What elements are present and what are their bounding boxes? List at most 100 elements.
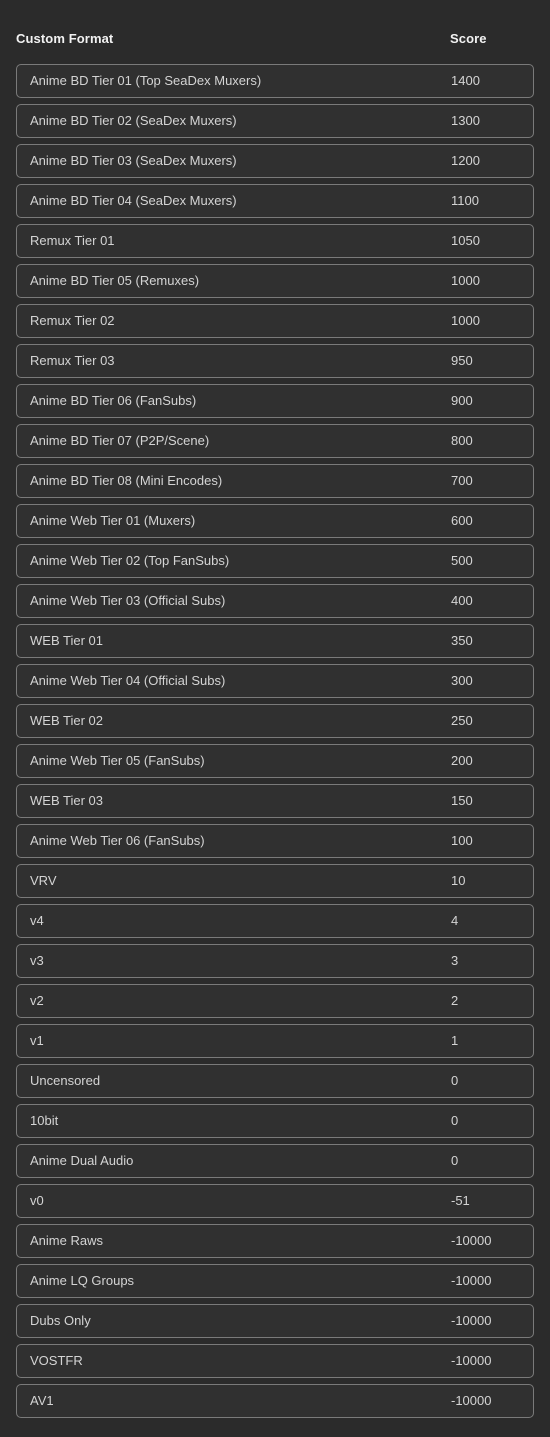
cell-score: -10000 [451,1393,492,1408]
custom-format-score-table: Custom Format Score Anime BD Tier 01 (To… [16,28,534,1424]
cell-score: 950 [451,353,473,368]
table-row[interactable]: 10bit 0 [16,1104,534,1138]
cell-custom-format: Anime Web Tier 05 (FanSubs) [30,753,205,768]
cell-custom-format: Anime Dual Audio [30,1153,134,1168]
table-row[interactable]: Uncensored 0 [16,1064,534,1098]
cell-custom-format: Anime BD Tier 04 (SeaDex Muxers) [30,193,237,208]
cell-custom-format: 10bit [30,1113,59,1128]
cell-score: 150 [451,793,473,808]
cell-custom-format: Anime Web Tier 03 (Official Subs) [30,593,226,608]
table-row[interactable]: Anime Web Tier 03 (Official Subs) 400 [16,584,534,618]
cell-custom-format: Dubs Only [30,1313,91,1328]
table-row[interactable]: Anime Web Tier 01 (Muxers) 600 [16,504,534,538]
cell-score: 1050 [451,233,480,248]
cell-score: 600 [451,513,473,528]
cell-score: 400 [451,593,473,608]
table-row[interactable]: Anime BD Tier 02 (SeaDex Muxers) 1300 [16,104,534,138]
cell-custom-format: v4 [30,913,44,928]
cell-score: 0 [451,1153,459,1168]
cell-custom-format: VOSTFR [30,1353,83,1368]
cell-score: -10000 [451,1233,492,1248]
table-row[interactable]: WEB Tier 03 150 [16,784,534,818]
cell-custom-format: Anime Web Tier 06 (FanSubs) [30,833,205,848]
table-row[interactable]: WEB Tier 01 350 [16,624,534,658]
cell-custom-format: VRV [30,873,57,888]
cell-custom-format: Anime BD Tier 03 (SeaDex Muxers) [30,153,237,168]
cell-custom-format: Anime Web Tier 01 (Muxers) [30,513,196,528]
cell-score: 500 [451,553,473,568]
table-row[interactable]: Anime Web Tier 05 (FanSubs) 200 [16,744,534,778]
cell-custom-format: v3 [30,953,44,968]
table-row[interactable]: v0 -51 [16,1184,534,1218]
table-row[interactable]: v4 4 [16,904,534,938]
table-row[interactable]: Anime Dual Audio 0 [16,1144,534,1178]
cell-custom-format: Anime BD Tier 07 (P2P/Scene) [30,433,210,448]
table-row[interactable]: AV1 -10000 [16,1384,534,1418]
cell-score: 350 [451,633,473,648]
table-row[interactable]: Anime BD Tier 04 (SeaDex Muxers) 1100 [16,184,534,218]
cell-custom-format: Remux Tier 02 [30,313,115,328]
cell-score: 1200 [451,153,480,168]
cell-custom-format: Anime BD Tier 02 (SeaDex Muxers) [30,113,237,128]
cell-custom-format: WEB Tier 01 [30,633,103,648]
cell-score: 2 [451,993,459,1008]
cell-score: 1 [451,1033,459,1048]
cell-score: 200 [451,753,473,768]
cell-custom-format: WEB Tier 03 [30,793,103,808]
cell-score: 250 [451,713,473,728]
cell-score: -51 [451,1193,470,1208]
cell-score: 10 [451,873,466,888]
table-row[interactable]: v1 1 [16,1024,534,1058]
table-row[interactable]: Anime BD Tier 03 (SeaDex Muxers) 1200 [16,144,534,178]
custom-format-scores-panel: Custom Format Score Anime BD Tier 01 (To… [0,0,550,1437]
cell-score: 4 [451,913,459,928]
cell-custom-format: AV1 [30,1393,54,1408]
table-row[interactable]: Dubs Only -10000 [16,1304,534,1338]
cell-score: 1000 [451,273,480,288]
cell-score: 100 [451,833,473,848]
cell-score: 1100 [451,193,479,208]
cell-score: 1000 [451,313,480,328]
table-row[interactable]: Anime BD Tier 06 (FanSubs) 900 [16,384,534,418]
table-row[interactable]: Anime BD Tier 01 (Top SeaDex Muxers) 1400 [16,64,534,98]
cell-score: 1300 [451,113,480,128]
cell-custom-format: v2 [30,993,44,1008]
table-row[interactable]: Anime Web Tier 04 (Official Subs) 300 [16,664,534,698]
table-row[interactable]: Anime Web Tier 02 (Top FanSubs) 500 [16,544,534,578]
table-row[interactable]: Remux Tier 01 1050 [16,224,534,258]
table-row[interactable]: Anime BD Tier 05 (Remuxes) 1000 [16,264,534,298]
table-row[interactable]: v2 2 [16,984,534,1018]
cell-custom-format: Anime BD Tier 01 (Top SeaDex Muxers) [30,73,262,88]
table-row[interactable]: Anime BD Tier 08 (Mini Encodes) 700 [16,464,534,498]
cell-custom-format: WEB Tier 02 [30,713,103,728]
table-row[interactable]: VOSTFR -10000 [16,1344,534,1378]
cell-custom-format: Anime Raws [30,1233,103,1248]
cell-score: 900 [451,393,473,408]
cell-custom-format: Anime Web Tier 02 (Top FanSubs) [30,553,230,568]
cell-custom-format: Anime BD Tier 06 (FanSubs) [30,393,197,408]
table-row[interactable]: VRV 10 [16,864,534,898]
table-row[interactable]: Anime LQ Groups -10000 [16,1264,534,1298]
table-row[interactable]: Remux Tier 03 950 [16,344,534,378]
table-row[interactable]: v3 3 [16,944,534,978]
cell-custom-format: Anime BD Tier 05 (Remuxes) [30,273,200,288]
table-row[interactable]: Anime Web Tier 06 (FanSubs) 100 [16,824,534,858]
cell-score: 700 [451,473,473,488]
cell-score: -10000 [451,1353,492,1368]
table-row[interactable]: Anime BD Tier 07 (P2P/Scene) 800 [16,424,534,458]
column-header-custom-format: Custom Format [16,31,114,46]
table-header-row: Custom Format Score [16,28,534,64]
cell-custom-format: Remux Tier 03 [30,353,115,368]
cell-score: 1400 [451,73,480,88]
cell-custom-format: Remux Tier 01 [30,233,115,248]
table-body: Anime BD Tier 01 (Top SeaDex Muxers) 1400… [16,64,534,1418]
column-header-score: Score [450,31,487,46]
cell-score: -10000 [451,1313,492,1328]
table-row[interactable]: Remux Tier 02 1000 [16,304,534,338]
cell-score: 300 [451,673,473,688]
table-row[interactable]: Anime Raws -10000 [16,1224,534,1258]
cell-score: 0 [451,1073,459,1088]
cell-score: 800 [451,433,473,448]
cell-custom-format: v1 [30,1033,44,1048]
table-row[interactable]: WEB Tier 02 250 [16,704,534,738]
